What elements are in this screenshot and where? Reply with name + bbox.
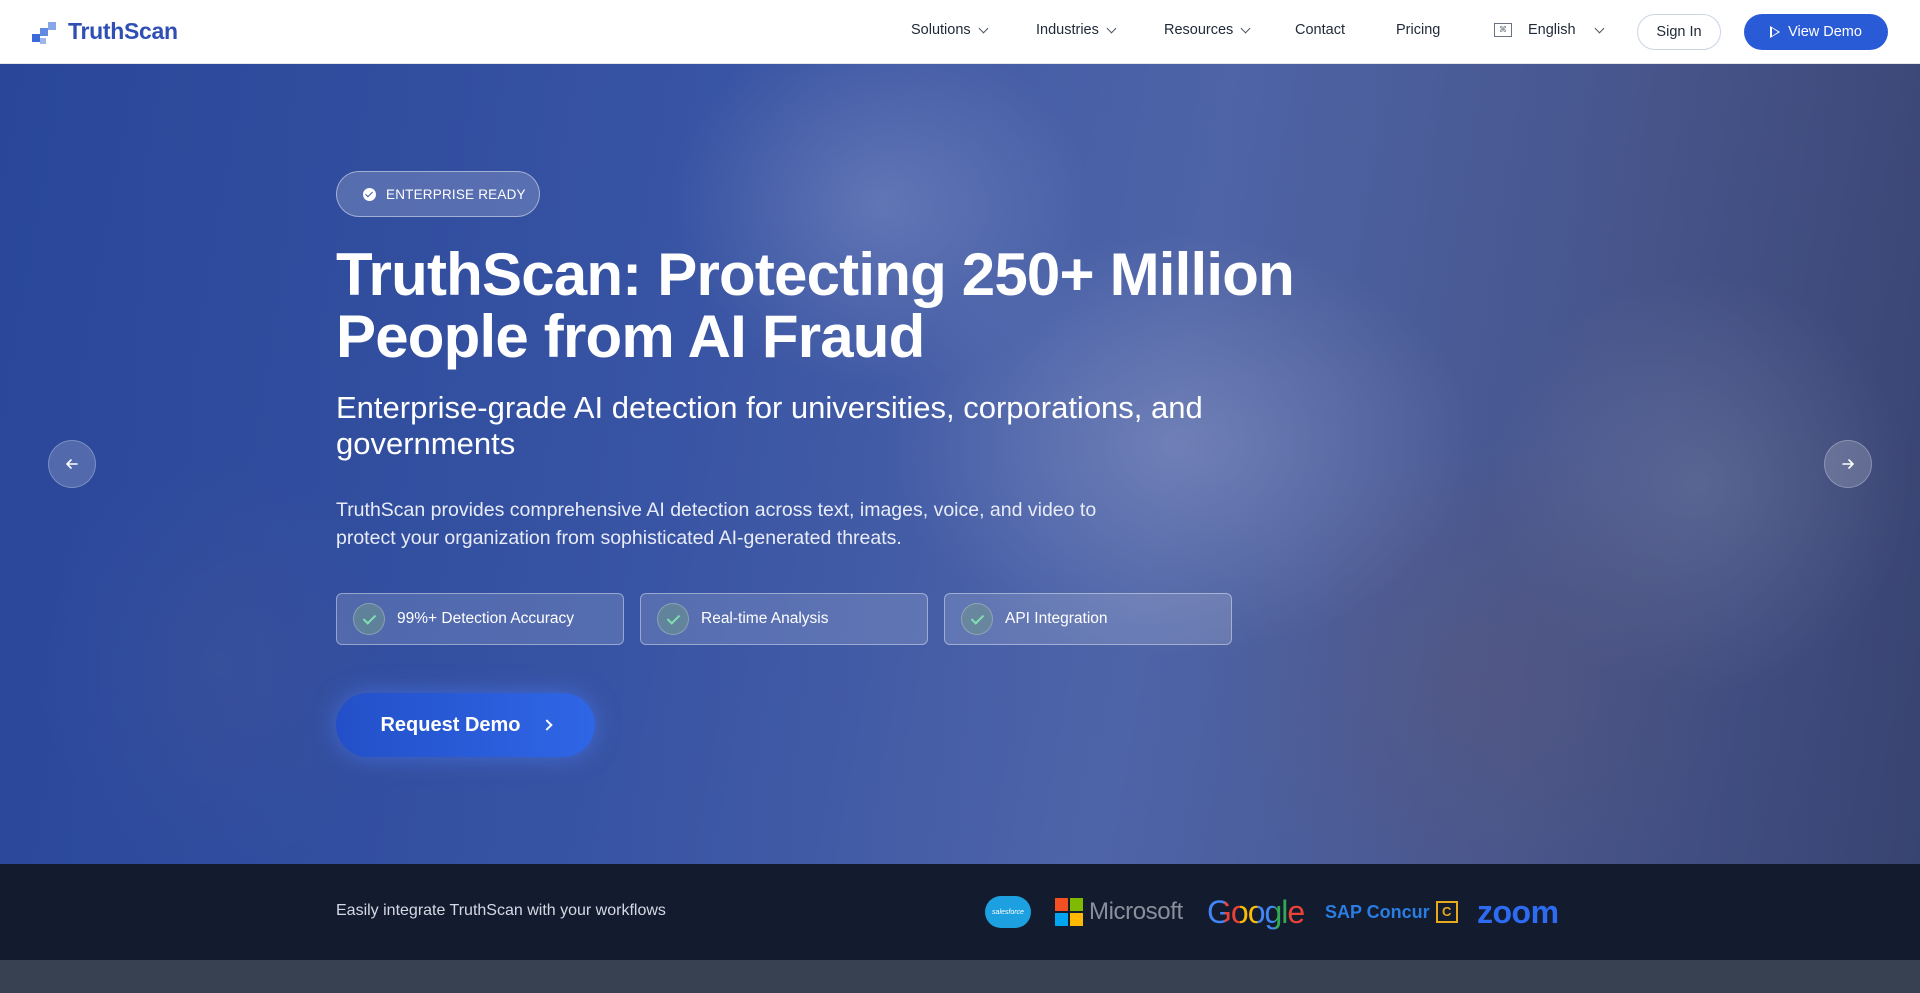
sap-concur-wordmark: SAP Concur bbox=[1325, 901, 1430, 922]
feature-card: Real-time Analysis bbox=[640, 593, 928, 645]
chevron-down-icon bbox=[978, 23, 989, 34]
nav-industries-label: Industries bbox=[1036, 22, 1099, 38]
feature-label: 99%+ Detection Accuracy bbox=[397, 610, 575, 627]
feature-label: Real-time Analysis bbox=[701, 610, 829, 627]
hero-title: TruthScan: Protecting 250+ Million Peopl… bbox=[336, 241, 1295, 370]
integrations-strip: Easily integrate TruthScan with your wor… bbox=[0, 864, 1920, 960]
microsoft-wordmark: Microsoft bbox=[1089, 898, 1183, 925]
sign-in-label: Sign In bbox=[1656, 24, 1702, 40]
zoom-wordmark: zoom bbox=[1477, 893, 1559, 930]
nav-pricing[interactable]: Pricing bbox=[1396, 22, 1440, 38]
enterprise-badge: ENTERPRISE READY bbox=[336, 171, 540, 217]
feature-card: 99%+ Detection Accuracy bbox=[336, 593, 624, 645]
logo[interactable]: TruthScan bbox=[32, 18, 178, 45]
nav-solutions-label: Solutions bbox=[911, 22, 971, 38]
view-demo-button[interactable]: View Demo bbox=[1744, 14, 1888, 50]
nav-contact[interactable]: Contact bbox=[1295, 22, 1345, 38]
hero-subtitle: Enterprise-grade AI detection for univer… bbox=[336, 390, 1203, 461]
sign-in-button[interactable]: Sign In bbox=[1637, 14, 1721, 50]
badge-text: ENTERPRISE READY bbox=[386, 186, 526, 202]
next-section-edge bbox=[0, 960, 1920, 993]
google-logo: Google bbox=[1207, 893, 1305, 930]
feature-card: API Integration bbox=[944, 593, 1232, 645]
chevron-right-icon bbox=[540, 719, 553, 731]
logo-text: TruthScan bbox=[68, 18, 178, 44]
language-selector[interactable]: ⌘ English bbox=[1494, 22, 1605, 38]
arrow-left-icon bbox=[66, 459, 78, 469]
chevron-down-icon bbox=[1240, 23, 1251, 34]
nav-pricing-label: Pricing bbox=[1396, 22, 1441, 38]
check-circle-icon bbox=[363, 187, 376, 201]
carousel-next-button[interactable] bbox=[1824, 440, 1872, 488]
hero-background-image bbox=[0, 64, 1920, 864]
top-navigation: TruthScan Solutions Industries Resources… bbox=[0, 0, 1920, 64]
nav-industries[interactable]: Industries bbox=[1036, 22, 1117, 38]
carousel-prev-button[interactable] bbox=[48, 440, 96, 488]
hero-section: ENTERPRISE READY TruthScan: Protecting 2… bbox=[0, 64, 1920, 864]
salesforce-logo: salesforce bbox=[985, 894, 1031, 930]
language-icon: ⌘ bbox=[1494, 23, 1512, 37]
integrations-text: Easily integrate TruthScan with your wor… bbox=[336, 902, 666, 919]
chevron-down-icon bbox=[1594, 23, 1605, 34]
hero-description: TruthScan provides comprehensive AI dete… bbox=[336, 499, 1097, 549]
check-icon bbox=[657, 603, 689, 635]
request-demo-button[interactable]: Request Demo bbox=[336, 693, 595, 757]
check-icon bbox=[353, 603, 385, 635]
microsoft-logo: Microsoft bbox=[1055, 894, 1183, 930]
concur-icon: C bbox=[1435, 901, 1458, 923]
play-icon bbox=[1770, 26, 1781, 38]
check-icon bbox=[961, 603, 993, 635]
nav-resources[interactable]: Resources bbox=[1164, 22, 1251, 38]
salesforce-wordmark: salesforce bbox=[992, 908, 1024, 916]
sap-concur-logo: SAP Concur C bbox=[1325, 894, 1458, 930]
arrow-right-icon bbox=[1842, 459, 1854, 469]
nav-solutions[interactable]: Solutions bbox=[911, 22, 989, 38]
feature-label: API Integration bbox=[1005, 610, 1108, 627]
logo-icon bbox=[32, 20, 60, 44]
nav-contact-label: Contact bbox=[1295, 22, 1345, 38]
nav-resources-label: Resources bbox=[1164, 22, 1234, 38]
request-demo-label: Request Demo bbox=[380, 713, 521, 736]
google-wordmark: Google bbox=[1207, 893, 1305, 930]
zoom-logo: zoom bbox=[1477, 894, 1559, 930]
view-demo-label: View Demo bbox=[1788, 24, 1862, 40]
chevron-down-icon bbox=[1106, 23, 1117, 34]
language-label: English bbox=[1528, 22, 1576, 38]
microsoft-icon bbox=[1055, 898, 1083, 926]
